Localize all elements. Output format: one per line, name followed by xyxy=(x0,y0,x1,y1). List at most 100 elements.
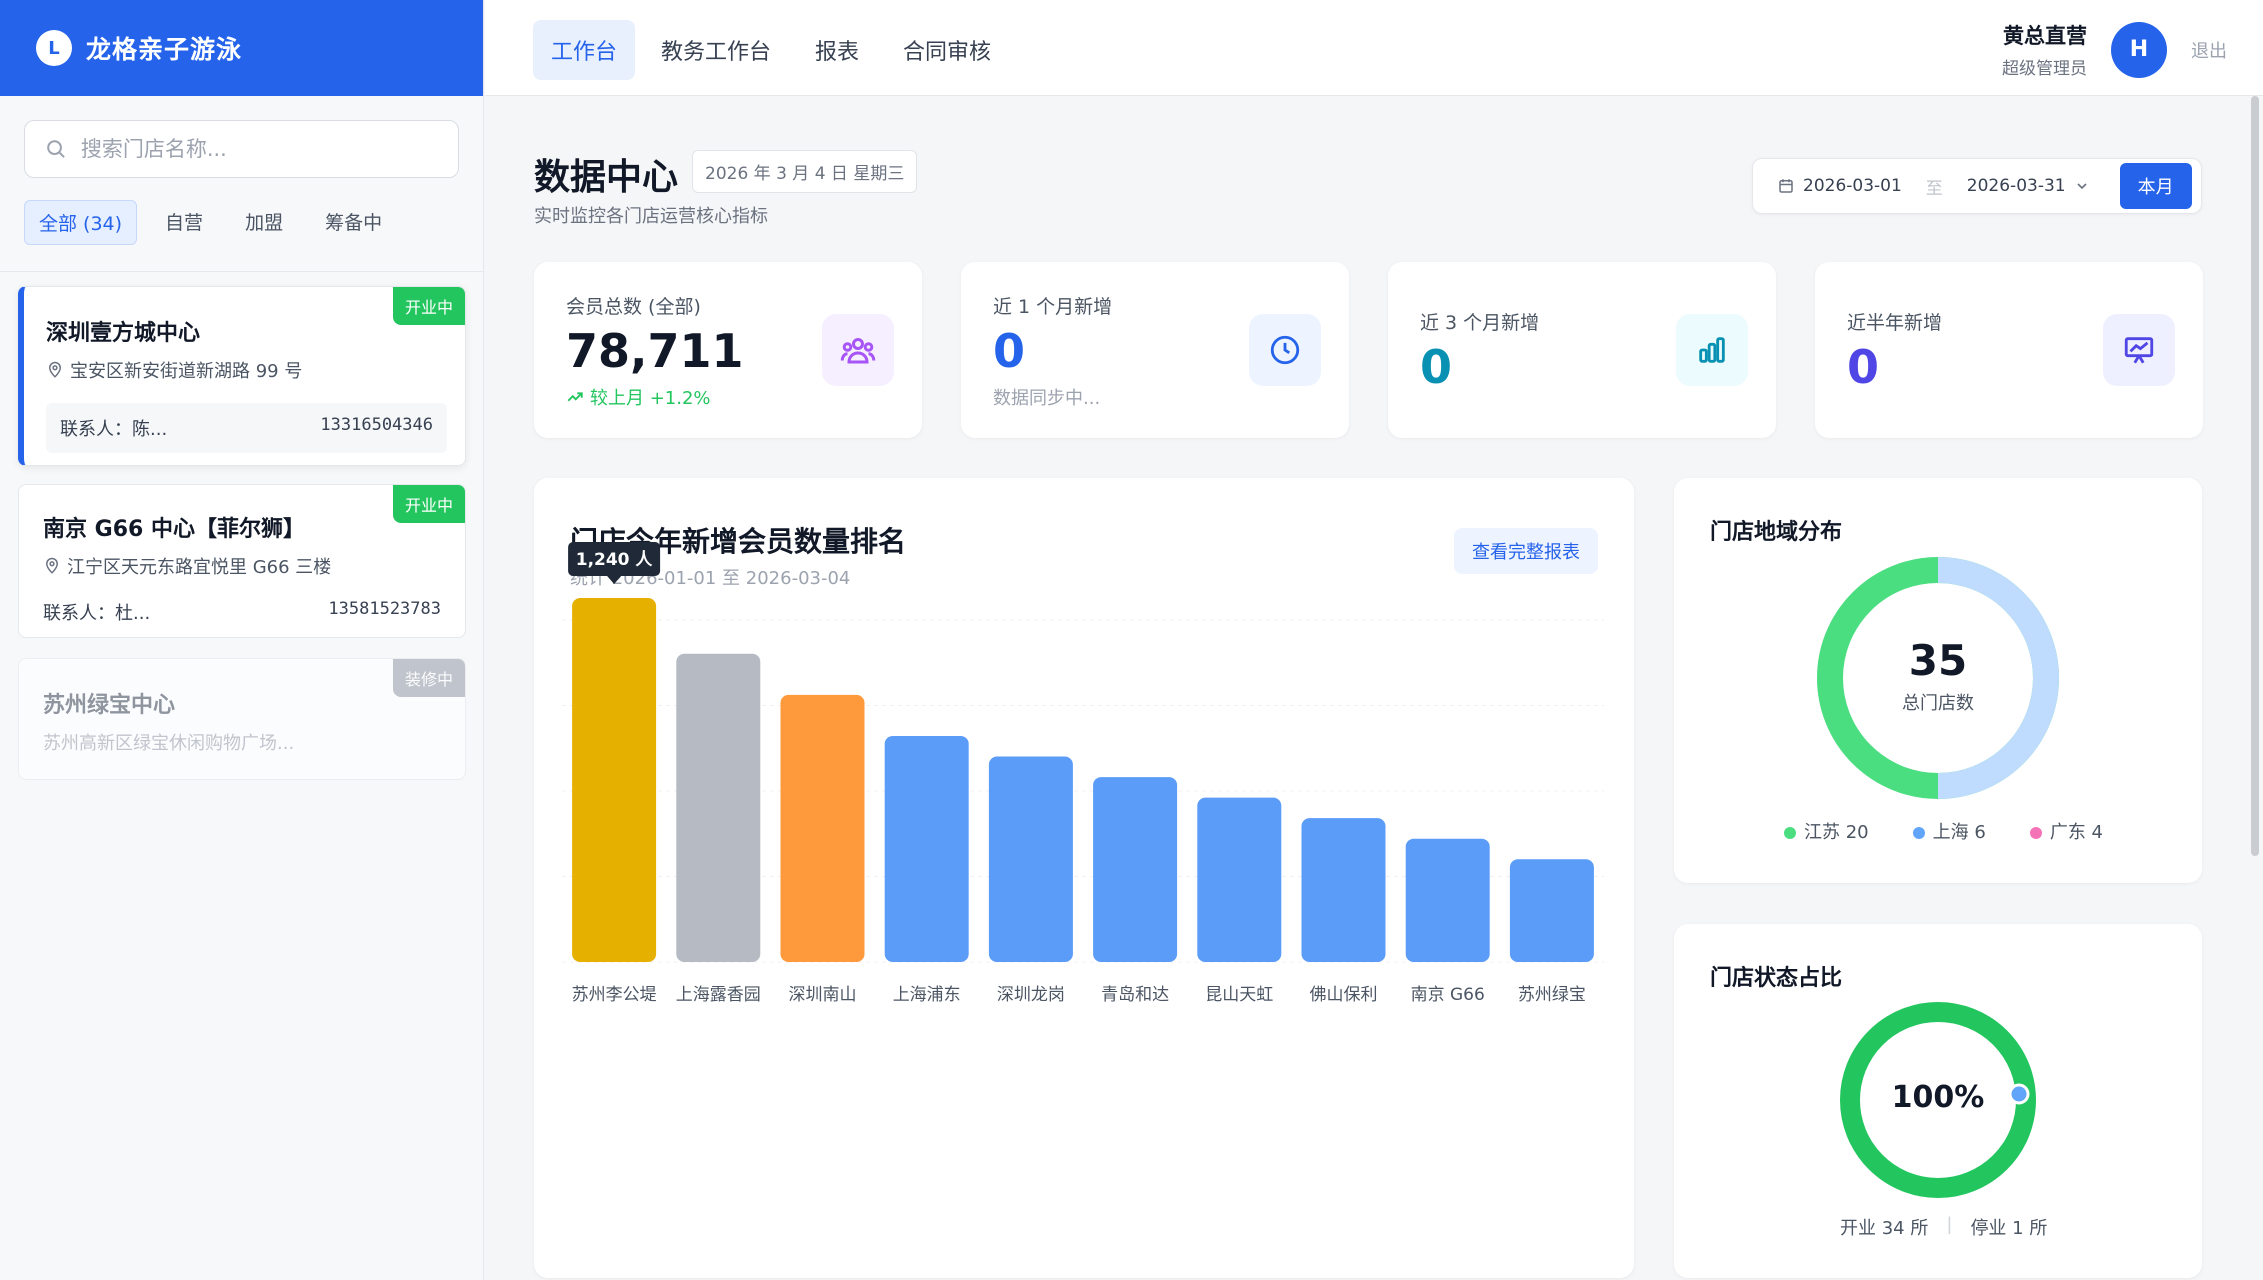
bar-6[interactable] xyxy=(1093,777,1178,962)
kpi-new-half-year: 近半年新增 0 xyxy=(1815,262,2203,438)
bar-9[interactable] xyxy=(1405,838,1490,962)
page-subtitle: 实时监控各门店运营核心指标 xyxy=(534,206,768,227)
bar-7[interactable] xyxy=(1197,797,1282,962)
store-name: 苏州绿宝中心 xyxy=(43,693,176,718)
kpi-label: 会员总数 (全部) xyxy=(566,296,701,318)
x-tick-label: 上海浦东 xyxy=(893,985,961,1005)
kpi-total-members: 会员总数 (全部) 78,711 较上月 +1.2% xyxy=(534,262,922,438)
store-address: 苏州高新区绿宝休闲购物广场... xyxy=(43,733,295,754)
kpi-note: 数据同步中... xyxy=(993,388,1101,409)
bar-tooltip: 1,240 人 xyxy=(568,542,661,584)
region-total-label: 总门店数 xyxy=(1902,693,1974,714)
bar-3[interactable] xyxy=(780,694,865,962)
status-separator: | xyxy=(1946,1214,1953,1235)
kpi-trend: 较上月 +1.2% xyxy=(566,384,711,410)
ranking-panel: 门店今年新增会员数量排名 统计 2026-01-01 至 2026-03-04 … xyxy=(534,478,1634,1278)
bar-2[interactable] xyxy=(676,653,761,962)
x-tick-label: 深圳龙岗 xyxy=(997,985,1065,1005)
avatar[interactable]: H xyxy=(2111,21,2167,78)
tab-workbench[interactable]: 工作台 xyxy=(533,20,636,80)
clock-icon xyxy=(1249,314,1321,386)
bar-1[interactable] xyxy=(572,598,657,962)
filter-franchise[interactable]: 加盟 xyxy=(231,200,297,245)
contact-name: 联系人：杜... xyxy=(43,603,151,624)
user-name: 黄总直营 xyxy=(2003,24,2087,48)
search-icon xyxy=(47,140,65,158)
location-pin-icon xyxy=(48,361,62,378)
filter-all[interactable]: 全部 (34) xyxy=(24,200,138,245)
sidebar: L 龙格亲子游泳 全部 (34) 自营 加盟 筹备中 开业中 深圳壹方城中心 宝… xyxy=(0,0,484,1280)
search-input[interactable] xyxy=(80,137,458,161)
legend-shanghai: 上海 6 xyxy=(1912,818,1986,844)
bar-4[interactable] xyxy=(884,735,969,962)
status-legend: 开业 34 所 | 停业 1 所 xyxy=(1840,1214,2047,1240)
ranking-bar-chart: 苏州李公堤 上海露香园 深圳南山 上海浦东 深圳龙岗 青岛和达 昆山天虹 佛山保利 南京 G66… xyxy=(562,542,1604,1005)
filter-self-operated[interactable]: 自营 xyxy=(151,200,217,245)
tooltip-text: 1,240 人 xyxy=(576,550,654,570)
contact-phone: 13581523783 xyxy=(328,599,441,619)
kpi-new-1-month: 近 1 个月新增 0 数据同步中... xyxy=(961,262,1349,438)
top-nav: 工作台 教务工作台 报表 合同审核 黄总直营 超级管理员 H 退出 xyxy=(485,0,2263,96)
status-badge: 装修中 xyxy=(392,659,465,697)
brand-name: 龙格亲子游泳 xyxy=(86,35,243,64)
kpi-label: 近半年新增 xyxy=(1847,312,1943,334)
tab-contract-review[interactable]: 合同审核 xyxy=(885,20,1009,80)
x-tick-label: 南京 G66 xyxy=(1411,985,1485,1005)
nav-tabs: 工作台 教务工作台 报表 合同审核 xyxy=(533,20,1009,80)
sidebar-divider xyxy=(0,271,483,272)
scrollbar[interactable] xyxy=(2251,96,2259,856)
x-tick-label: 苏州李公堤 xyxy=(572,985,657,1005)
region-legend: 江苏 20 上海 6 广东 4 xyxy=(1784,818,2103,844)
bar-8[interactable] xyxy=(1301,818,1386,962)
legend-guangdong: 广东 4 xyxy=(2029,818,2103,844)
status-open: 开业 34 所 xyxy=(1840,1218,1929,1239)
x-tick-label: 上海露香园 xyxy=(676,985,761,1005)
bar-5[interactable] xyxy=(988,756,1073,962)
chevron-down-icon xyxy=(2077,183,2087,190)
x-tick-label: 苏州绿宝 xyxy=(1518,985,1586,1005)
filter-preparing[interactable]: 筹备中 xyxy=(311,200,396,245)
store-card-shenzhen[interactable]: 开业中 深圳壹方城中心 宝安区新安街道新湖路 99 号 联系人：陈... 133… xyxy=(18,286,466,466)
user-area: 黄总直营 超级管理员 H 退出 xyxy=(2002,20,2227,79)
kpi-label: 近 1 个月新增 xyxy=(993,296,1113,318)
store-search[interactable] xyxy=(24,120,459,178)
store-filters: 全部 (34) 自营 加盟 筹备中 xyxy=(24,200,483,245)
page-title: 数据中心 xyxy=(534,157,679,198)
kpi-value: 0 xyxy=(993,324,1026,378)
location-pin-icon xyxy=(45,557,59,574)
brand-bar: L 龙格亲子游泳 xyxy=(0,0,483,96)
range-end[interactable]: 2026-03-31 xyxy=(1967,176,2066,196)
status-badge: 开业中 xyxy=(392,287,465,325)
kpi-new-3-months: 近 3 个月新增 0 xyxy=(1388,262,1776,438)
store-card-nanjing[interactable]: 开业中 南京 G66 中心【菲尔狮】 江宁区天元东路宜悦里 G66 三楼 联系人… xyxy=(18,484,466,638)
x-tick-label: 青岛和达 xyxy=(1101,985,1169,1005)
date-chip: 2026 年 3 月 4 日 星期三 xyxy=(692,150,918,193)
range-start[interactable]: 2026-03-01 xyxy=(1803,176,1902,196)
contact-phone: 13316504346 xyxy=(320,415,433,435)
date-range-picker[interactable]: 2026-03-01 至 2026-03-31 本月 xyxy=(1752,158,2202,214)
store-contact: 联系人：陈... 13316504346 xyxy=(46,403,447,453)
kpi-label: 近 3 个月新增 xyxy=(1420,312,1540,334)
status-closed: 停业 1 所 xyxy=(1970,1218,2048,1239)
store-name: 南京 G66 中心【菲尔狮】 xyxy=(43,517,305,542)
kpi-value: 78,711 xyxy=(566,324,744,378)
user-role: 超级管理员 xyxy=(2002,59,2087,79)
bar-10[interactable] xyxy=(1509,859,1594,962)
calendar-icon xyxy=(1779,179,1793,193)
x-tick-label: 昆山天虹 xyxy=(1205,985,1273,1005)
logout-link[interactable]: 退出 xyxy=(2191,37,2227,63)
presentation-chart-icon xyxy=(2103,314,2175,386)
kpi-value: 0 xyxy=(1847,340,1880,394)
store-address: 江宁区天元东路宜悦里 G66 三楼 xyxy=(43,553,441,579)
store-contact: 联系人：杜... 13581523783 xyxy=(43,599,441,625)
x-tick-label: 佛山保利 xyxy=(1310,985,1378,1005)
tab-academic-workbench[interactable]: 教务工作台 xyxy=(643,20,789,80)
this-month-button[interactable]: 本月 xyxy=(2119,163,2192,209)
legend-jiangsu: 江苏 20 xyxy=(1784,818,1869,844)
store-address: 宝安区新安街道新湖路 99 号 xyxy=(46,357,465,383)
status-badge: 开业中 xyxy=(392,485,465,523)
status-percent: 100% xyxy=(1891,1080,1985,1115)
range-separator: 至 xyxy=(1925,178,1943,199)
tab-reports[interactable]: 报表 xyxy=(797,20,877,80)
store-card-suzhou[interactable]: 装修中 苏州绿宝中心 苏州高新区绿宝休闲购物广场... xyxy=(18,658,466,780)
